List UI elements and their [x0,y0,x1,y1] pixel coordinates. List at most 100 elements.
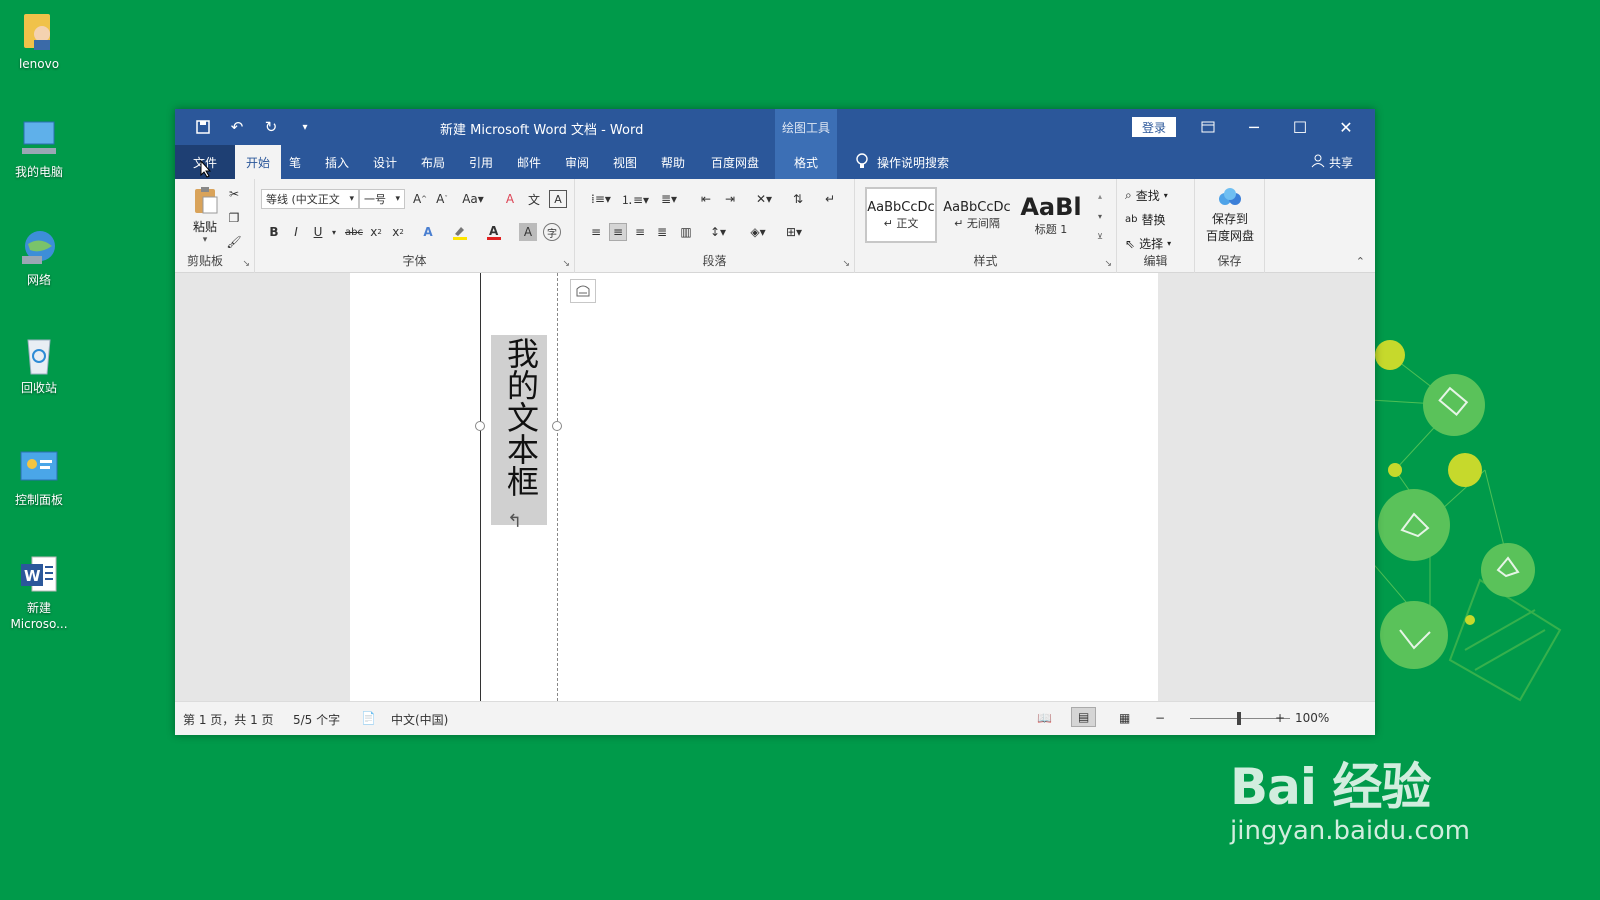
style-normal[interactable]: AaBbCcDc ↵ 正文 [865,187,937,243]
paste-button[interactable]: 粘贴 ▾ [189,185,221,245]
align-right-icon[interactable]: ≡ [631,223,649,241]
tab-review[interactable]: 审阅 [559,145,595,179]
document-page[interactable]: 我的文本框 ↰ [350,273,1158,701]
increase-indent-icon[interactable]: ⇥ [721,190,739,208]
replace-button[interactable]: ab 替换 [1125,211,1166,228]
character-shading-icon[interactable]: A [519,223,537,241]
styles-more-icon[interactable]: ⊻ [1091,227,1109,245]
find-button[interactable]: ⌕ 查找 ▾ [1125,187,1168,204]
zoom-level[interactable]: 100% [1295,711,1329,725]
styles-scroll-up-icon[interactable]: ▴ [1091,187,1109,205]
tab-pen[interactable]: 笔 [283,145,307,179]
undo-icon[interactable]: ↶ [227,117,247,137]
highlight-icon[interactable] [451,223,469,241]
desktop-icon-recycle-bin[interactable]: 回收站 [6,334,72,396]
italic-button[interactable]: I [287,223,305,241]
dialog-launcher-icon[interactable]: ↘ [842,259,850,269]
desktop-icon-word-doc[interactable]: W 新建 Microso... [6,554,72,632]
character-border-icon[interactable]: A [549,190,567,208]
dialog-launcher-icon[interactable]: ↘ [562,259,570,269]
vertical-text-box[interactable]: 我的文本框 ↰ [475,273,562,701]
minimize-button[interactable]: ─ [1231,109,1277,145]
zoom-in-button[interactable]: + [1275,711,1285,725]
show-marks-icon[interactable]: ↵ [821,190,839,208]
tab-view[interactable]: 视图 [607,145,643,179]
font-size-combo[interactable]: 一号 ▾ [359,189,405,209]
tab-insert[interactable]: 插入 [319,145,355,179]
format-painter-icon[interactable]: 🖌 [225,233,243,251]
maximize-button[interactable]: ☐ [1277,109,1323,145]
tab-layout[interactable]: 布局 [415,145,451,179]
proofing-icon[interactable]: 📄 [361,711,376,725]
read-mode-icon[interactable]: 📖 [1037,711,1052,725]
subscript-button[interactable]: x2 [367,223,385,241]
multilevel-list-icon[interactable]: ≣▾ [655,190,683,208]
font-color-icon[interactable]: A [485,223,503,241]
copy-icon[interactable]: ❐ [225,209,243,227]
shrink-font-icon[interactable]: Aˇ [433,190,451,208]
language-indicator[interactable]: 中文(中国) [391,711,448,728]
resize-handle-left[interactable] [475,421,485,431]
distributed-icon[interactable]: ▥ [677,223,695,241]
strikethrough-button[interactable]: abc [343,223,365,241]
phonetic-guide-icon[interactable]: 文 [525,190,543,208]
enclose-characters-icon[interactable]: 字 [543,223,561,241]
print-layout-icon[interactable]: ▤ [1071,707,1097,727]
bold-button[interactable]: B [265,223,283,241]
save-icon[interactable] [193,117,213,137]
numbering-icon[interactable]: ⒈≡▾ [621,190,649,208]
cut-icon[interactable]: ✂ [225,185,243,203]
shading-icon[interactable]: ◈▾ [745,223,771,241]
align-left-icon[interactable]: ≡ [587,223,605,241]
zoom-out-button[interactable]: − [1155,711,1165,725]
tab-baidu-netdisk[interactable]: 百度网盘 [705,145,765,179]
align-center-icon[interactable]: ≡ [609,223,627,241]
style-no-spacing[interactable]: AaBbCcDc ↵ 无间隔 [941,187,1013,243]
paste-dropdown-icon[interactable]: ▾ [189,235,221,245]
ribbon-display-options-icon[interactable] [1185,109,1231,145]
chevron-down-icon[interactable]: ▾ [325,223,343,241]
tab-references[interactable]: 引用 [463,145,499,179]
word-count[interactable]: 5/5 个字 [293,711,340,728]
redo-icon[interactable]: ↻ [261,117,281,137]
desktop-icon-lenovo[interactable]: lenovo [6,10,72,72]
tab-format[interactable]: 格式 [775,145,837,179]
select-button[interactable]: ⇖ 选择 ▾ [1125,235,1171,252]
tab-home[interactable]: 开始 [235,145,281,179]
tab-design[interactable]: 设计 [367,145,403,179]
customize-qat-icon[interactable]: ▾ [295,117,315,137]
desktop-icon-computer[interactable]: 我的电脑 [6,118,72,180]
superscript-button[interactable]: x2 [389,223,407,241]
line-spacing-icon[interactable]: ↕▾ [705,223,731,241]
style-heading-1[interactable]: AaBl 标题 1 [1015,187,1087,243]
tab-mailings[interactable]: 邮件 [511,145,547,179]
zoom-slider-thumb[interactable] [1237,712,1241,725]
tell-me-search[interactable]: 操作说明搜索 [855,145,949,179]
desktop-icon-network[interactable]: 网络 [6,226,72,288]
dialog-launcher-icon[interactable]: ↘ [1104,259,1112,269]
bullets-icon[interactable]: ⁞≡▾ [587,190,615,208]
login-button[interactable]: 登录 [1132,117,1176,137]
save-to-baidu-button[interactable]: 保存到 百度网盘 [1195,187,1265,244]
dialog-launcher-icon[interactable]: ↘ [242,259,250,269]
tab-help[interactable]: 帮助 [655,145,691,179]
clear-formatting-icon[interactable]: A [501,190,519,208]
justify-icon[interactable]: ≣ [653,223,671,241]
web-layout-icon[interactable]: ▦ [1119,711,1130,725]
sort-icon[interactable]: ⇅ [789,190,807,208]
page-count[interactable]: 第 1 页，共 1 页 [183,711,274,728]
collapse-ribbon-icon[interactable]: ⌃ [1356,255,1365,268]
grow-font-icon[interactable]: A ^ [411,190,429,208]
change-case-button[interactable]: Aa ▾ [459,190,487,208]
styles-scroll-down-icon[interactable]: ▾ [1091,207,1109,225]
layout-options-icon[interactable] [570,279,596,303]
borders-icon[interactable]: ⊞▾ [781,223,807,241]
text-box-content[interactable]: 我的文本框 [491,335,547,525]
font-name-combo[interactable]: 等线 (中文正文 ▾ [261,189,359,209]
desktop-icon-control-panel[interactable]: 控制面板 [6,446,72,508]
decrease-indent-icon[interactable]: ⇤ [697,190,715,208]
resize-handle-right[interactable] [552,421,562,431]
share-button[interactable]: 共享 [1311,145,1353,179]
text-effects-icon[interactable]: A [419,223,437,241]
chinese-layout-icon[interactable]: ✕▾ [751,190,777,208]
